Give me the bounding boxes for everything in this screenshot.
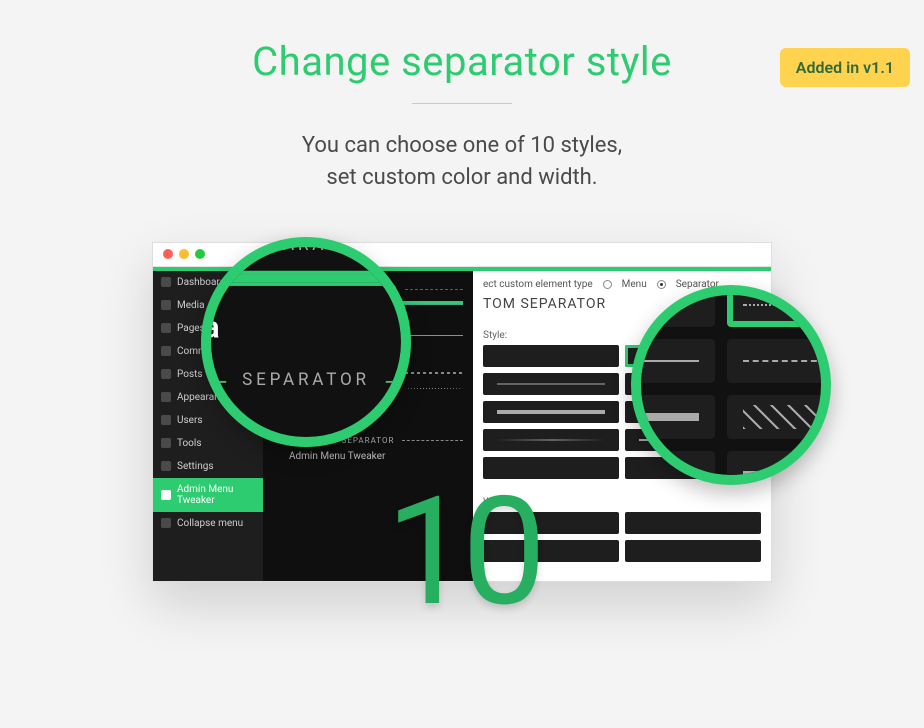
gauge-icon: [161, 277, 171, 287]
version-badge: Added in v1.1: [780, 48, 910, 87]
element-type-label: ect custom element type: [483, 279, 593, 290]
sidebar-item-collapse[interactable]: Collapse menu: [153, 512, 263, 535]
lens-item-media: Media: [201, 301, 411, 352]
chevron-left-icon: [161, 518, 171, 528]
preview-subitem[interactable]: Admin Menu Tweaker: [273, 451, 463, 462]
minimize-dot-icon: [179, 249, 189, 259]
magnifier-lens-right: [631, 285, 831, 485]
title-divider: [412, 103, 512, 104]
image-icon: [161, 300, 171, 310]
magnifier-lens-left: board SEPARATOR Media SEPARATOR Pages SE…: [201, 237, 411, 447]
style-swatch-thin[interactable]: [483, 373, 619, 395]
close-dot-icon: [163, 249, 173, 259]
zoom-dot-icon: [195, 249, 205, 259]
screenshot-window: Dashboard Media Pages Comments Posts App…: [152, 242, 772, 582]
style-swatch-plain[interactable]: [483, 345, 619, 367]
gear-icon: [161, 461, 171, 471]
sidebar-item-settings[interactable]: Settings: [153, 455, 263, 478]
sidebar-item-admin-menu-tweaker[interactable]: Admin Menu Tweaker: [153, 478, 263, 512]
pin-icon: [161, 369, 171, 379]
style-swatch-thick[interactable]: [483, 401, 619, 423]
width-swatch[interactable]: [625, 512, 761, 534]
radio-separator[interactable]: [657, 280, 666, 289]
brush-icon: [161, 392, 171, 402]
file-icon: [161, 323, 171, 333]
radio-menu[interactable]: [603, 280, 612, 289]
user-icon: [161, 415, 171, 425]
width-swatch[interactable]: [625, 540, 761, 562]
chat-icon: [161, 346, 171, 356]
styles-count-graphic: 10: [386, 477, 539, 627]
page-subtitle: You can choose one of 10 styles, set cus…: [182, 130, 742, 194]
radio-menu-label: Menu: [622, 279, 647, 290]
style-swatch-fade[interactable]: [483, 429, 619, 451]
sliders-icon: [161, 490, 171, 500]
wrench-icon: [161, 438, 171, 448]
